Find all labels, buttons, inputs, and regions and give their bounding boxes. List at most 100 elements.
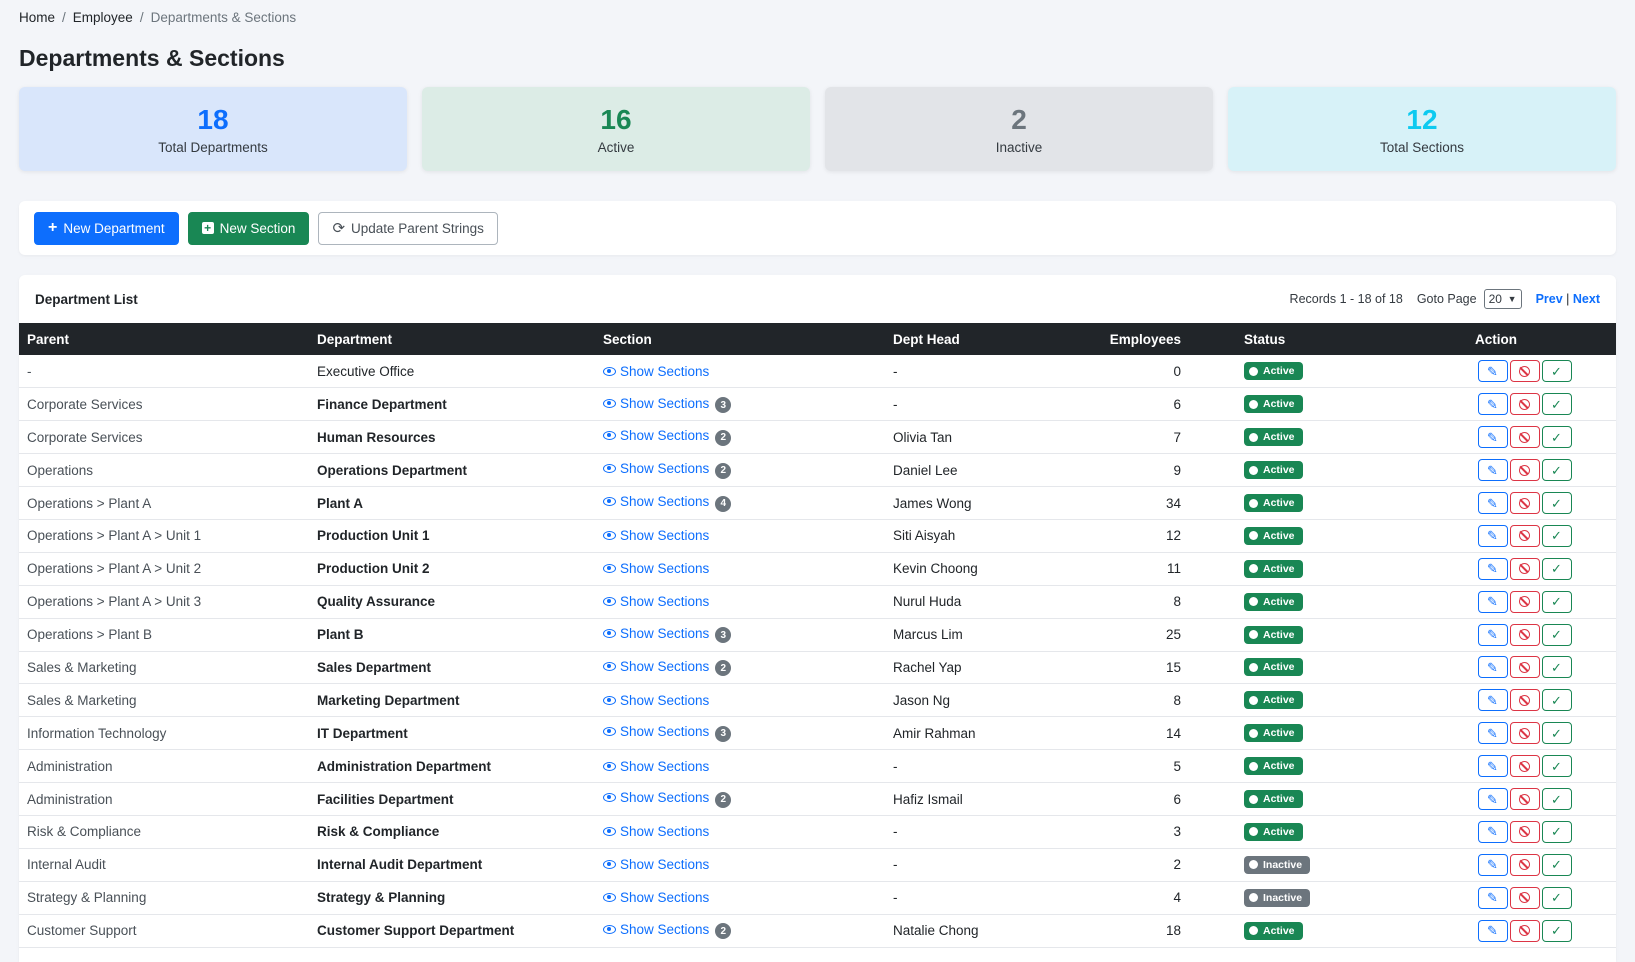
activate-button[interactable]: ✓ [1541,590,1572,613]
activate-button[interactable]: ✓ [1541,524,1572,547]
new-department-button[interactable]: + New Department [34,211,179,245]
status-badge: Active [1244,724,1303,743]
disable-button[interactable] [1509,459,1540,482]
activate-button[interactable]: ✓ [1541,722,1572,745]
activate-button[interactable]: ✓ [1541,919,1572,942]
show-sections-link[interactable]: Show Sections [603,428,709,443]
cell-actions: ✎ ✓ [1376,519,1616,552]
new-section-button[interactable]: + New Section [187,211,310,245]
activate-button[interactable]: ✓ [1541,656,1572,679]
edit-button[interactable]: ✎ [1477,656,1508,679]
edit-button[interactable]: ✎ [1477,820,1508,843]
show-sections-link[interactable]: Show Sections [603,396,709,411]
show-sections-link[interactable]: Show Sections [603,528,709,543]
status-dot-icon [1249,695,1258,705]
check-icon: ✓ [1551,857,1562,873]
status-label: Active [1263,661,1295,674]
status-label: Active [1263,924,1295,937]
activate-button[interactable]: ✓ [1541,853,1572,876]
edit-button[interactable]: ✎ [1477,722,1508,745]
disable-button[interactable] [1509,919,1540,942]
disable-button[interactable] [1509,820,1540,843]
edit-button[interactable]: ✎ [1477,459,1508,482]
breadcrumb-home[interactable]: Home [19,10,55,25]
activate-button[interactable]: ✓ [1541,492,1572,514]
activate-button[interactable]: ✓ [1541,360,1572,383]
show-sections-label: Show Sections [620,625,710,641]
column-header-department[interactable]: Department [309,323,595,355]
activate-button[interactable]: ✓ [1541,788,1572,811]
edit-button[interactable]: ✎ [1477,788,1508,811]
activate-button[interactable]: ✓ [1541,623,1572,646]
show-sections-link[interactable]: Show Sections [603,659,709,674]
edit-button[interactable]: ✎ [1477,492,1508,514]
show-sections-link[interactable]: Show Sections [603,890,709,905]
show-sections-link[interactable]: Show Sections [603,461,709,476]
cell-dept-head: Marcus Lim [893,627,963,643]
disable-button[interactable] [1509,590,1540,613]
prev-link[interactable]: Prev [1536,292,1563,306]
show-sections-link[interactable]: Show Sections [603,693,709,708]
show-sections-link[interactable]: Show Sections [603,922,709,937]
edit-button[interactable]: ✎ [1477,393,1508,416]
breadcrumb-employee[interactable]: Employee [73,10,133,25]
disable-button[interactable] [1509,755,1540,778]
show-sections-label: Show Sections [620,658,710,674]
show-sections-link[interactable]: Show Sections [603,561,709,576]
show-sections-link[interactable]: Show Sections [603,790,709,805]
disable-button[interactable] [1509,623,1540,646]
activate-button[interactable]: ✓ [1541,393,1572,416]
show-sections-link[interactable]: Show Sections [603,594,709,609]
disable-button[interactable] [1509,492,1540,514]
show-sections-link[interactable]: Show Sections [603,724,709,739]
cell-section: Show Sections [595,552,885,585]
show-sections-link[interactable]: Show Sections [603,824,709,839]
column-header-employees[interactable]: Employees [1075,323,1206,355]
show-sections-link[interactable]: Show Sections [603,857,709,872]
disable-button[interactable] [1509,426,1540,449]
next-link[interactable]: Next [1573,292,1600,306]
edit-button[interactable]: ✎ [1477,689,1508,712]
activate-button[interactable]: ✓ [1541,886,1572,909]
activate-button[interactable]: ✓ [1541,820,1572,843]
edit-button[interactable]: ✎ [1477,557,1508,580]
disable-button[interactable] [1509,886,1540,909]
edit-button[interactable]: ✎ [1477,426,1508,449]
department-list-card: Department List Records 1 - 18 of 18 Got… [19,275,1616,962]
column-header-dept-head[interactable]: Dept Head [885,323,1075,355]
disable-button[interactable] [1509,557,1540,580]
disable-button[interactable] [1509,524,1540,547]
activate-button[interactable]: ✓ [1541,459,1572,482]
activate-button[interactable]: ✓ [1541,426,1572,449]
disable-button[interactable] [1509,853,1540,876]
edit-button[interactable]: ✎ [1477,853,1508,876]
page-size-select[interactable]: 20 ▼ [1483,289,1522,309]
activate-button[interactable]: ✓ [1541,689,1572,712]
update-parent-strings-button[interactable]: ⟳ Update Parent Strings [318,211,498,245]
column-header-section[interactable]: Section [595,323,885,355]
edit-icon: ✎ [1487,659,1498,675]
column-header-parent[interactable]: Parent [19,323,309,355]
show-sections-link[interactable]: Show Sections [603,494,709,509]
disable-button[interactable] [1509,689,1540,712]
disable-button[interactable] [1509,722,1540,745]
cell-actions: ✎ ✓ [1376,848,1616,881]
edit-button[interactable]: ✎ [1477,590,1508,613]
disable-button[interactable] [1509,393,1540,416]
cell-status: Active [1206,355,1376,388]
column-header-status[interactable]: Status [1206,323,1376,355]
activate-button[interactable]: ✓ [1541,557,1572,580]
edit-button[interactable]: ✎ [1477,919,1508,942]
show-sections-link[interactable]: Show Sections [603,759,709,774]
edit-button[interactable]: ✎ [1477,755,1508,778]
show-sections-link[interactable]: Show Sections [603,364,709,379]
show-sections-link[interactable]: Show Sections [603,626,709,641]
edit-button[interactable]: ✎ [1477,886,1508,909]
disable-button[interactable] [1509,788,1540,811]
disable-button[interactable] [1509,656,1540,679]
disable-button[interactable] [1509,360,1540,383]
edit-button[interactable]: ✎ [1477,524,1508,547]
activate-button[interactable]: ✓ [1541,755,1572,778]
edit-button[interactable]: ✎ [1477,360,1508,383]
edit-button[interactable]: ✎ [1477,623,1508,646]
